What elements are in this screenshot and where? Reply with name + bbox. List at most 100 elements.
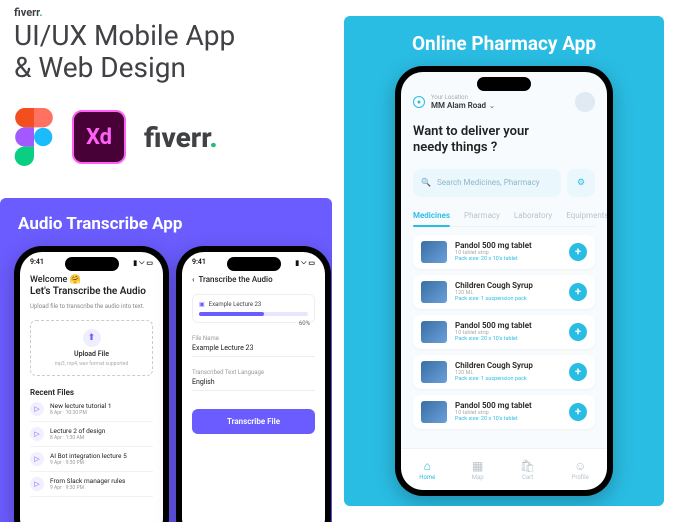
medicine-name: Children Cough Syrup xyxy=(455,281,561,290)
nav-map[interactable]: ▦Map xyxy=(472,459,484,481)
profile-icon: ☺ xyxy=(574,459,586,473)
medicine-card[interactable]: Pandol 500 mg tablet 10 tablet strip Pac… xyxy=(413,395,595,429)
status-icons: ▮ ⌵ ▭ xyxy=(133,258,153,267)
signal-icon: ▮ xyxy=(133,259,137,267)
upload-label: Upload File xyxy=(74,350,109,358)
medicine-thumb xyxy=(421,281,447,303)
sliders-icon: ⚙ xyxy=(577,178,585,188)
figma-logo xyxy=(14,108,54,166)
bottom-nav: ⌂Home ▦Map 🛍Cart ☺Profile xyxy=(401,448,607,490)
status-icons: ▮ ⌵ ▭ xyxy=(295,258,315,267)
battery-icon: ▭ xyxy=(146,259,153,267)
recent-file-row[interactable]: ▷ Lecture 2 of design8 Apr · 1:30 AM xyxy=(30,422,153,447)
nav-home[interactable]: ⌂Home xyxy=(419,459,435,481)
medicine-pack: Pack size: 20 x 10's tablet xyxy=(455,336,561,342)
wave-emoji: 🤗 xyxy=(70,275,81,285)
file-name: AI Bot integration lecture 5 xyxy=(50,452,127,460)
add-button[interactable]: + xyxy=(569,323,587,341)
upload-icon: ⬆ xyxy=(83,329,101,347)
tab-pharmacy[interactable]: Pharmacy xyxy=(464,211,500,220)
file-chip-icon: ▣ xyxy=(199,301,205,308)
filter-button[interactable]: ⚙ xyxy=(567,169,595,197)
medicine-thumb xyxy=(421,241,447,263)
medicine-thumb xyxy=(421,321,447,343)
phone-notch xyxy=(227,257,281,271)
medicine-name: Pandol 500 mg tablet xyxy=(455,321,561,330)
nav-cart[interactable]: 🛍Cart xyxy=(520,459,535,481)
avatar[interactable] xyxy=(575,92,595,112)
search-placeholder: Search Medicines, Pharmacy xyxy=(437,178,540,187)
audio-transcribe-panel: Audio Transcribe App 9:41 ▮ ⌵ ▭ Welcome … xyxy=(0,198,332,522)
back-header[interactable]: ‹ Transcribe the Audio xyxy=(192,275,315,284)
tab-laboratory[interactable]: Laboratory xyxy=(514,211,552,220)
page-headline: UI/UX Mobile App & Web Design xyxy=(14,20,235,84)
progress-fill xyxy=(199,312,264,316)
add-button[interactable]: + xyxy=(569,283,587,301)
file-name: Lecture 2 of design xyxy=(50,427,105,435)
map-icon: ▦ xyxy=(472,459,483,473)
recent-file-row[interactable]: ▷ AI Bot integration lecture 59 Apr · 9:… xyxy=(30,447,153,472)
tool-logos-row: Xd fiverr. xyxy=(14,108,218,166)
file-icon: ▷ xyxy=(30,452,44,466)
audio-phone-1: 9:41 ▮ ⌵ ▭ Welcome 🤗 Let's Transcribe th… xyxy=(14,246,169,522)
medicine-pack: Pack size: 1 suspension pack xyxy=(455,376,561,382)
medicine-card[interactable]: Pandol 500 mg tablet 10 tablet strip Pac… xyxy=(413,315,595,349)
recent-file-row[interactable]: ▷ New lecture tutorial 18 Apr · 10:30 PM xyxy=(30,397,153,422)
add-button[interactable]: + xyxy=(569,403,587,421)
nav-profile[interactable]: ☺Profile xyxy=(572,459,589,481)
location-row[interactable]: ● Your Location MM Alam Road ⌄ xyxy=(413,92,595,112)
medicine-name: Children Cough Syrup xyxy=(455,361,561,370)
medicine-name: Pandol 500 mg tablet xyxy=(455,241,561,250)
progress-track xyxy=(199,312,308,316)
fiverr-small-logo: fiverr. xyxy=(14,6,43,19)
medicine-card[interactable]: Children Cough Syrup 120 ML Pack size: 1… xyxy=(413,355,595,389)
wifi-icon: ⌵ xyxy=(301,258,306,267)
location-pin-icon: ● xyxy=(413,96,425,108)
progress-file-name: Example Lecture 23 xyxy=(209,301,262,308)
progress-percent: 60% xyxy=(299,320,310,327)
file-name: From Slack manager rules xyxy=(50,477,125,485)
chevron-down-icon: ⌄ xyxy=(489,102,495,110)
search-icon: 🔍 xyxy=(421,178,431,187)
field-label-language: Transcribed Text Language xyxy=(192,369,315,376)
audio-phone-2: 9:41 ▮ ⌵ ▭ ‹ Transcribe the Audio ▣Examp… xyxy=(176,246,331,522)
recent-file-row[interactable]: ▷ From Slack manager rules9 Apr · 9:30 P… xyxy=(30,472,153,497)
medicine-pack: Pack size: 20 x 10's tablet xyxy=(455,256,561,262)
battery-icon: ▭ xyxy=(308,259,315,267)
file-name: New lecture tutorial 1 xyxy=(50,402,112,410)
medicine-card[interactable]: Pandol 500 mg tablet 10 tablet strip Pac… xyxy=(413,235,595,269)
signal-icon: ▮ xyxy=(295,259,299,267)
transcribe-button[interactable]: Transcribe File xyxy=(192,409,315,434)
file-icon: ▷ xyxy=(30,402,44,416)
upload-hint: Upload file to transcribe the audio into… xyxy=(30,303,153,310)
upload-progress-card: ▣Example Lecture 23 60% xyxy=(192,294,315,323)
add-button[interactable]: + xyxy=(569,363,587,381)
welcome-sub: Let's Transcribe the Audio xyxy=(30,286,153,297)
search-input[interactable]: 🔍 Search Medicines, Pharmacy xyxy=(413,169,561,197)
medicine-thumb xyxy=(421,401,447,423)
medicine-pack: Pack size: 20 x 10's tablet xyxy=(455,416,561,422)
welcome-label: Welcome 🤗 xyxy=(30,275,153,285)
medicine-name: Pandol 500 mg tablet xyxy=(455,401,561,410)
tab-medicines[interactable]: Medicines xyxy=(413,211,450,220)
location-sublabel: Your Location xyxy=(431,94,569,101)
medicine-pack: Pack size: 1 suspension pack xyxy=(455,296,561,302)
add-button[interactable]: + xyxy=(569,243,587,261)
upload-sublabel: mp3, mp4, wav format supported xyxy=(55,361,129,367)
file-icon: ▷ xyxy=(30,477,44,491)
category-tabs: Medicines Pharmacy Laboratory Equipments xyxy=(413,211,595,227)
adobe-xd-logo: Xd xyxy=(72,110,126,164)
file-meta: 9 Apr · 9:30 PM xyxy=(50,460,127,466)
location-value: MM Alam Road xyxy=(431,101,486,110)
field-value-language[interactable]: English xyxy=(192,378,315,391)
medicine-list: Pandol 500 mg tablet 10 tablet strip Pac… xyxy=(413,235,595,429)
wifi-icon: ⌵ xyxy=(139,258,144,267)
medicine-card[interactable]: Children Cough Syrup 120 ML Pack size: 1… xyxy=(413,275,595,309)
file-meta: 8 Apr · 10:30 PM xyxy=(50,410,112,416)
fiverr-logo: fiverr. xyxy=(144,121,218,154)
recent-files-heading: Recent Files xyxy=(30,388,153,397)
chevron-left-icon: ‹ xyxy=(192,275,194,284)
upload-dropzone[interactable]: ⬆ Upload File mp3, mp4, wav format suppo… xyxy=(30,320,153,376)
field-value-filename[interactable]: Example Lecture 23 xyxy=(192,344,315,357)
tab-equipments[interactable]: Equipments xyxy=(566,211,607,220)
